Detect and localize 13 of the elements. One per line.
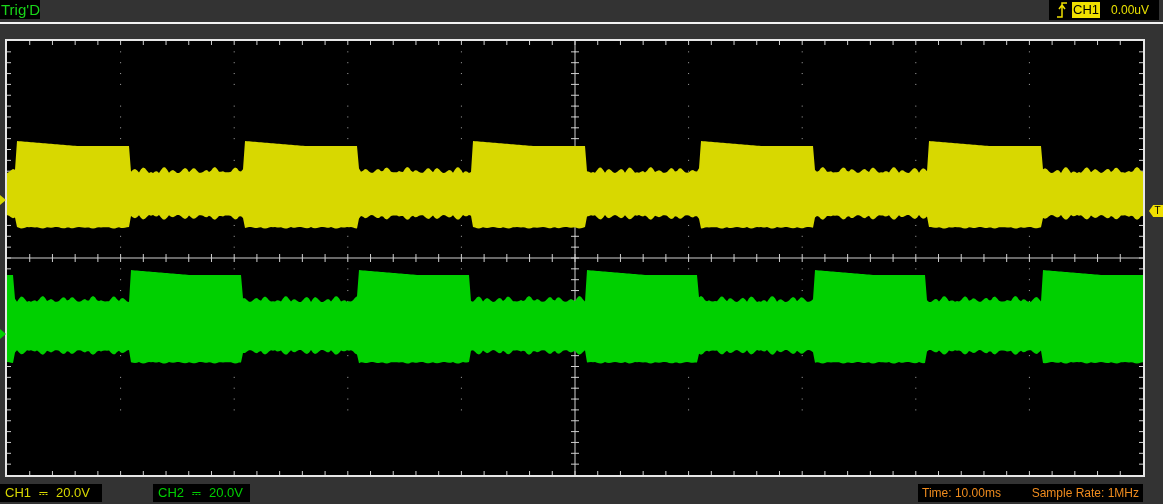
coupling-symbol: ⎓	[192, 485, 201, 501]
trigger-level-marker: T	[1149, 205, 1163, 217]
volts-per-division: 20.0V	[56, 484, 90, 503]
rising-edge-icon	[1057, 2, 1067, 18]
time-per-division: Time: 10.00ms	[922, 485, 1001, 502]
trigger-level: 0.00uV	[1111, 2, 1150, 19]
sample-rate: Sample Rate: 1MHz	[1031, 485, 1139, 502]
channel-name: CH2	[158, 484, 184, 503]
trigger-status: Trig'D	[0, 0, 40, 19]
volts-per-division: 20.0V	[209, 484, 243, 503]
trigger-channel: CH1	[1072, 2, 1100, 18]
channel-name: CH1	[5, 484, 31, 503]
coupling-symbol: ⎓	[39, 485, 48, 501]
